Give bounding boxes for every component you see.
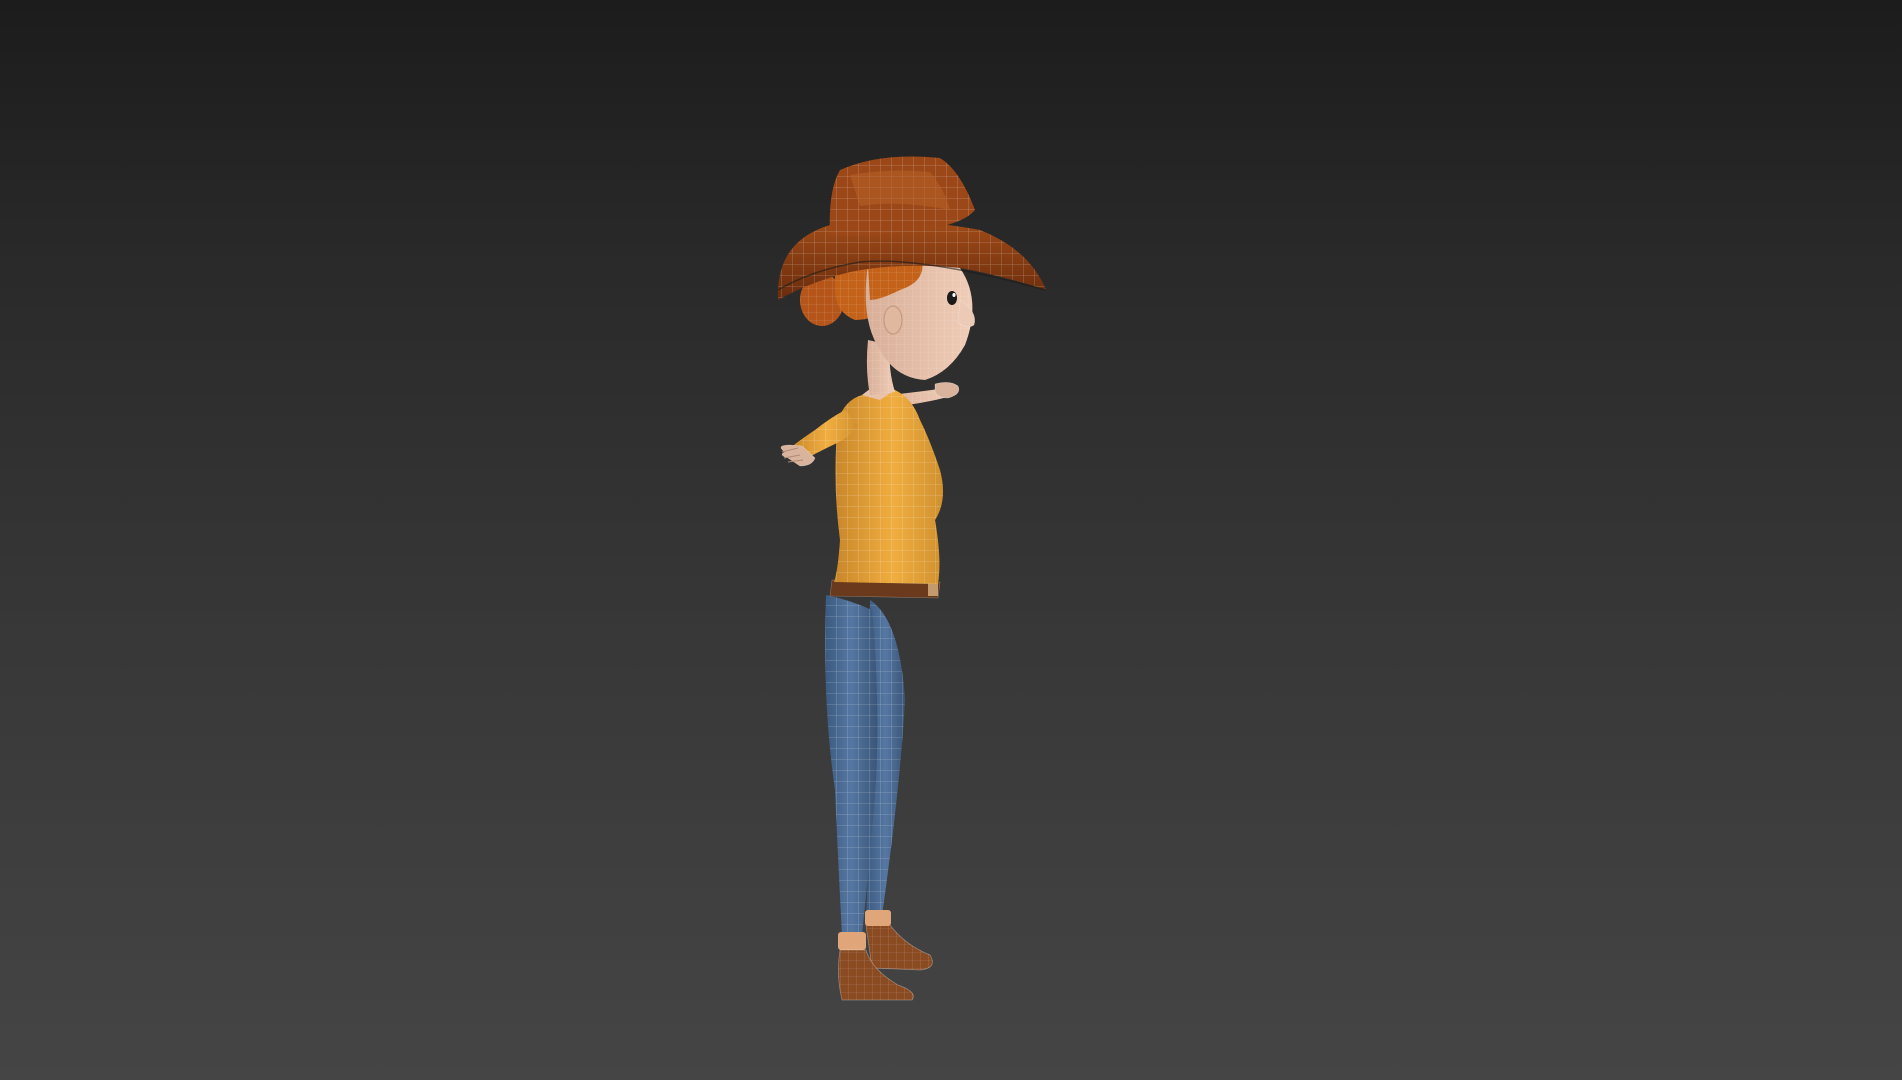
- character-model[interactable]: [0, 0, 1902, 1080]
- ear: [883, 305, 903, 335]
- 3d-viewport[interactable]: [0, 0, 1902, 1080]
- shirt: [834, 385, 944, 584]
- eye: [947, 291, 957, 305]
- back-hand: [934, 382, 960, 399]
